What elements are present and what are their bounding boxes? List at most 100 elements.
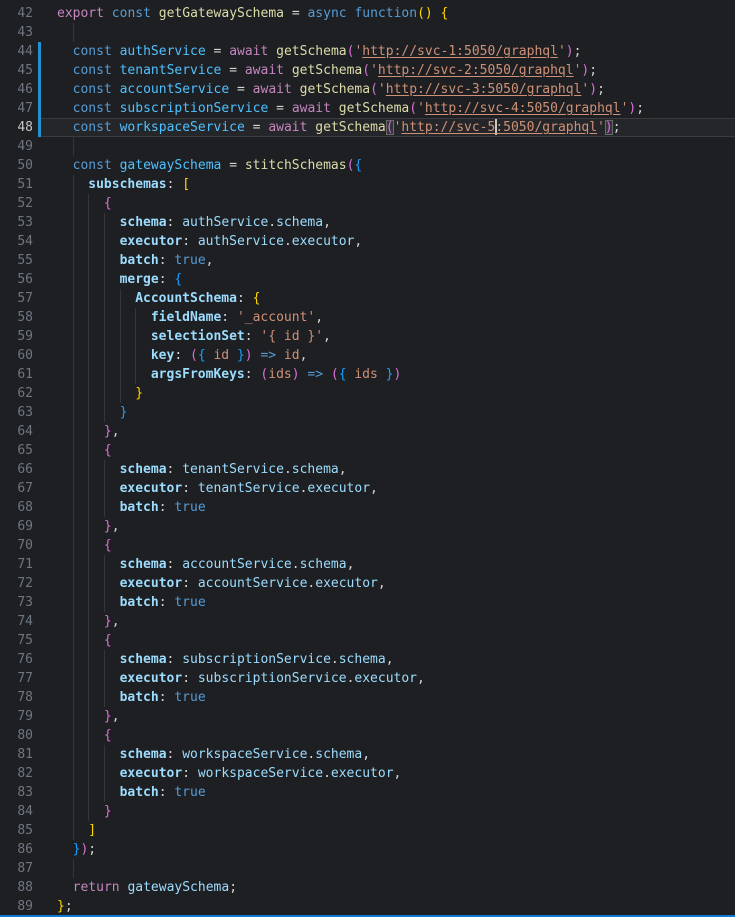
code-token: ; (589, 63, 597, 78)
line-number[interactable]: 49 (0, 137, 33, 156)
line-number[interactable]: 59 (0, 327, 33, 346)
line-number[interactable]: 65 (0, 441, 33, 460)
code-line[interactable]: 83batch: true (0, 783, 735, 802)
line-number[interactable]: 62 (0, 384, 33, 403)
code-line[interactable]: 69}, (0, 517, 735, 536)
line-number[interactable]: 67 (0, 479, 33, 498)
line-number[interactable]: 50 (0, 156, 33, 175)
line-number[interactable]: 79 (0, 707, 33, 726)
line-number[interactable]: 44 (0, 42, 33, 61)
code-line[interactable]: 76schema: subscriptionService.schema, (0, 650, 735, 669)
code-line[interactable]: 67executor: tenantService.executor, (0, 479, 735, 498)
code-line[interactable]: 79}, (0, 707, 735, 726)
code-line[interactable]: 49 (0, 137, 735, 156)
code-line[interactable]: 54executor: authService.executor, (0, 232, 735, 251)
line-number[interactable]: 48 (0, 118, 33, 137)
code-line[interactable]: 50const gatewaySchema = stitchSchemas({ (0, 156, 735, 175)
code-line[interactable]: 44const authService = await getSchema('h… (0, 42, 735, 61)
code-line[interactable]: 56merge: { (0, 270, 735, 289)
code-line[interactable]: 64}, (0, 422, 735, 441)
line-number[interactable]: 76 (0, 650, 33, 669)
line-number[interactable]: 88 (0, 878, 33, 897)
code-line[interactable]: 59selectionSet: '{ id }', (0, 327, 735, 346)
code-line[interactable]: 82executor: workspaceService.executor, (0, 764, 735, 783)
code-line[interactable]: 66schema: tenantService.schema, (0, 460, 735, 479)
code-line[interactable]: 47const subscriptionService = await getS… (0, 99, 735, 118)
line-number[interactable]: 89 (0, 897, 33, 916)
code-line[interactable]: 74}, (0, 612, 735, 631)
code-line[interactable]: 52{ (0, 194, 735, 213)
code-line[interactable]: 48const workspaceService = await getSche… (0, 118, 735, 137)
line-number[interactable]: 68 (0, 498, 33, 517)
code-line[interactable]: 63} (0, 403, 735, 422)
line-number[interactable]: 56 (0, 270, 33, 289)
code-line[interactable]: 45const tenantService = await getSchema(… (0, 61, 735, 80)
code-line[interactable]: 71schema: accountService.schema, (0, 555, 735, 574)
line-number[interactable]: 85 (0, 821, 33, 840)
code-line[interactable]: 84} (0, 802, 735, 821)
line-number[interactable]: 52 (0, 194, 33, 213)
line-number[interactable]: 54 (0, 232, 33, 251)
code-line[interactable]: 73batch: true (0, 593, 735, 612)
line-number[interactable]: 64 (0, 422, 33, 441)
code-line[interactable]: 51subschemas: [ (0, 175, 735, 194)
code-line[interactable]: 70{ (0, 536, 735, 555)
code-line[interactable]: 53schema: authService.schema, (0, 213, 735, 232)
code-line[interactable]: 62} (0, 384, 735, 403)
line-number[interactable]: 78 (0, 688, 33, 707)
line-number[interactable]: 57 (0, 289, 33, 308)
line-number[interactable]: 80 (0, 726, 33, 745)
line-number[interactable]: 63 (0, 403, 33, 422)
code-line[interactable]: 43 (0, 23, 735, 42)
line-number[interactable]: 60 (0, 346, 33, 365)
line-number[interactable]: 70 (0, 536, 33, 555)
line-number[interactable]: 55 (0, 251, 33, 270)
code-line[interactable]: 89}; (0, 897, 735, 916)
line-number[interactable]: 51 (0, 175, 33, 194)
code-line[interactable]: 88return gatewaySchema; (0, 878, 735, 897)
code-line[interactable]: 58fieldName: '_account', (0, 308, 735, 327)
code-line[interactable]: 42 export const getGatewaySchema = async … (0, 4, 735, 23)
line-number[interactable]: 46 (0, 80, 33, 99)
line-number[interactable]: 53 (0, 213, 33, 232)
code-line[interactable]: 57AccountSchema: { (0, 289, 735, 308)
line-number[interactable]: 45 (0, 61, 33, 80)
line-number[interactable]: 71 (0, 555, 33, 574)
code-line[interactable]: 75{ (0, 631, 735, 650)
line-number[interactable]: 82 (0, 764, 33, 783)
code-line[interactable]: 81schema: workspaceService.schema, (0, 745, 735, 764)
line-number[interactable]: 69 (0, 517, 33, 536)
line-number[interactable]: 75 (0, 631, 33, 650)
code-line[interactable]: 85] (0, 821, 735, 840)
code-line[interactable]: 77executor: subscriptionService.executor… (0, 669, 735, 688)
line-number[interactable]: 81 (0, 745, 33, 764)
line-number[interactable]: 84 (0, 802, 33, 821)
line-number[interactable]: 66 (0, 460, 33, 479)
code-line[interactable]: 68batch: true (0, 498, 735, 517)
code-line[interactable]: 46const accountService = await getSchema… (0, 80, 735, 99)
line-number[interactable]: 58 (0, 308, 33, 327)
code-line[interactable]: 61argsFromKeys: (ids) => ({ ids }) (0, 365, 735, 384)
line-number[interactable]: 86 (0, 840, 33, 859)
line-number[interactable]: 42 (0, 4, 33, 23)
line-number[interactable]: 87 (0, 859, 33, 878)
code-line[interactable]: 65{ (0, 441, 735, 460)
code-token: accountService (120, 82, 237, 97)
line-number[interactable]: 73 (0, 593, 33, 612)
code-line[interactable]: 72executor: accountService.executor, (0, 574, 735, 593)
line-number[interactable]: 72 (0, 574, 33, 593)
line-content: export const getGatewaySchema = async fu… (41, 4, 735, 23)
code-line[interactable]: 55batch: true, (0, 251, 735, 270)
line-number[interactable]: 77 (0, 669, 33, 688)
code-area[interactable]: 42 export const getGatewaySchema = async … (0, 4, 735, 916)
line-number[interactable]: 61 (0, 365, 33, 384)
line-number[interactable]: 83 (0, 783, 33, 802)
line-number[interactable]: 47 (0, 99, 33, 118)
code-line[interactable]: 86}); (0, 840, 735, 859)
code-line[interactable]: 80{ (0, 726, 735, 745)
line-number[interactable]: 43 (0, 23, 33, 42)
code-line[interactable]: 78batch: true (0, 688, 735, 707)
code-line[interactable]: 87 (0, 859, 735, 878)
code-line[interactable]: 60key: ({ id }) => id, (0, 346, 735, 365)
line-number[interactable]: 74 (0, 612, 33, 631)
